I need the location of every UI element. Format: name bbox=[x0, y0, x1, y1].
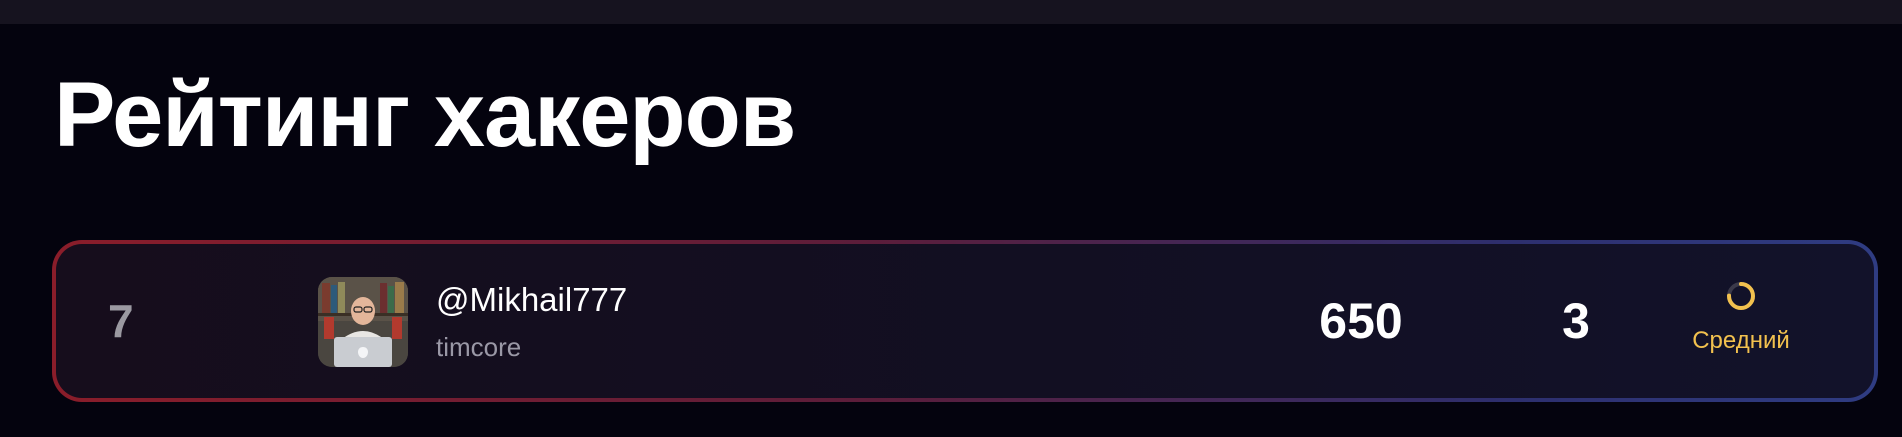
rating-row[interactable]: 7 @Mikhail777 timcore 650 3 Средний bbox=[52, 240, 1878, 402]
team-name: timcore bbox=[436, 332, 522, 362]
rank-number: 7 bbox=[108, 295, 134, 347]
page: Рейтинг хакеров 7 @Mikhail777 timcore 65… bbox=[0, 0, 1902, 437]
page-title: Рейтинг хакеров bbox=[54, 64, 796, 166]
score-value: 650 bbox=[1319, 293, 1403, 349]
level-label: Средний bbox=[1692, 327, 1790, 354]
user-photo-icon bbox=[318, 277, 408, 367]
avatar[interactable] bbox=[318, 277, 408, 367]
top-bar bbox=[0, 0, 1902, 24]
username[interactable]: @Mikhail777 bbox=[436, 278, 627, 322]
progress-ring-icon bbox=[1727, 282, 1755, 310]
level-indicator: Средний bbox=[1666, 280, 1816, 370]
solved-count: 3 bbox=[1562, 293, 1590, 349]
